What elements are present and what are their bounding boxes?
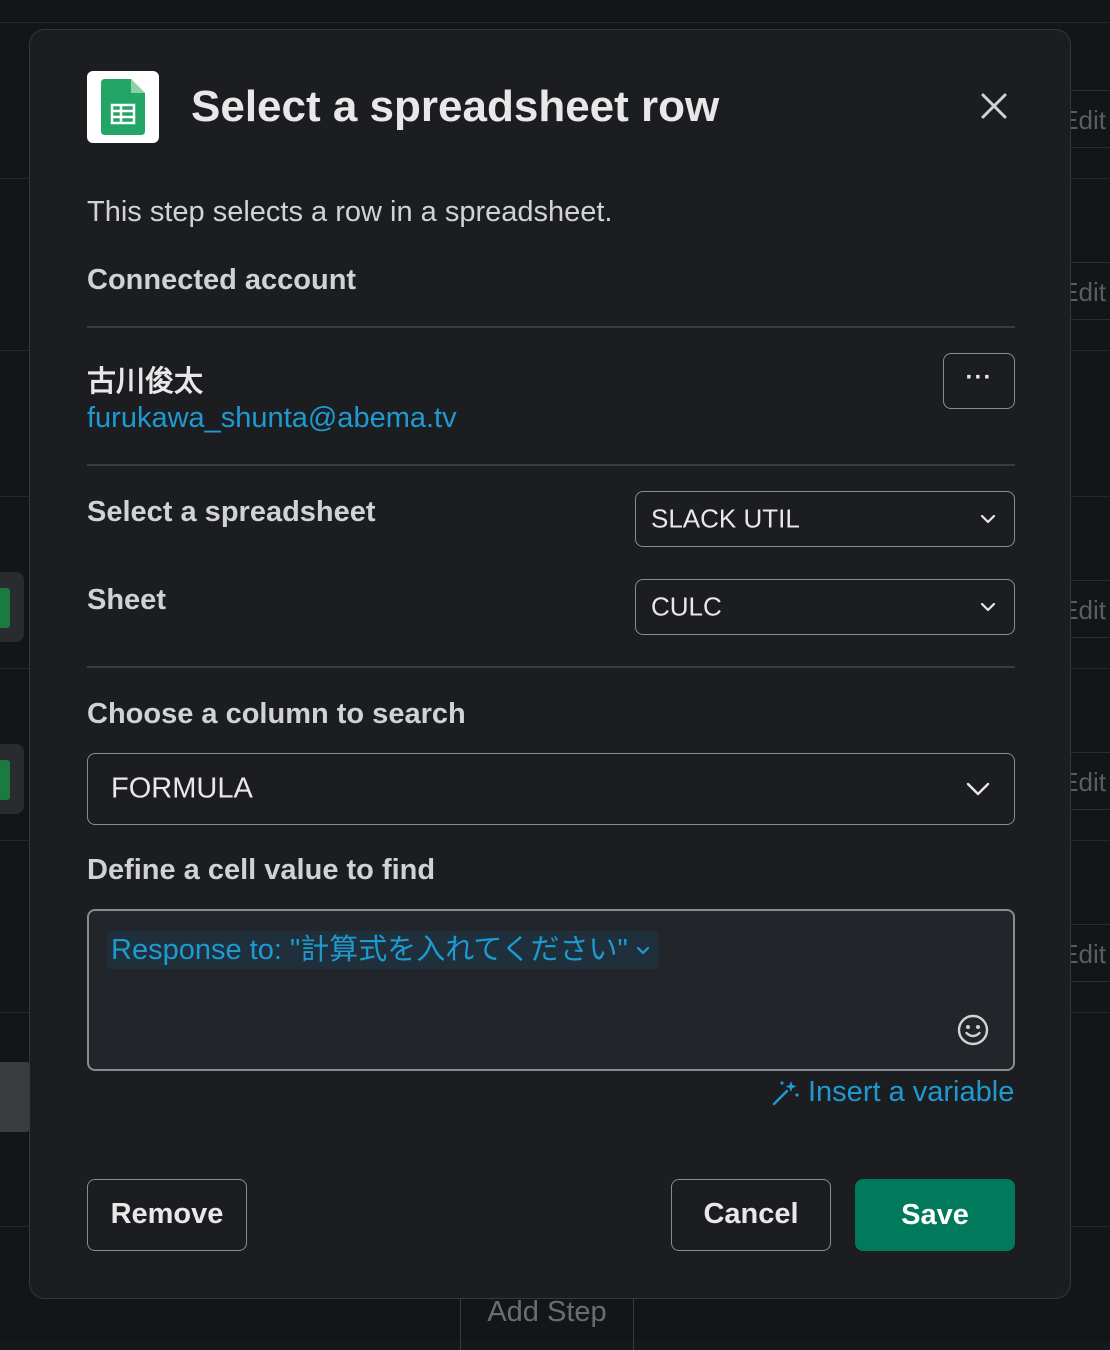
chevron-down-icon (980, 602, 996, 612)
spreadsheet-select[interactable]: SLACK UTIL (635, 491, 1015, 547)
divider (87, 326, 1015, 328)
close-button[interactable] (974, 86, 1014, 126)
divider (87, 464, 1015, 466)
spreadsheet-select-value: SLACK UTIL (651, 504, 800, 535)
column-select[interactable]: FORMULA (87, 753, 1015, 825)
bg-divider (0, 22, 1110, 23)
chevron-down-icon (980, 514, 996, 524)
sheet-select-value: CULC (651, 592, 722, 623)
divider (87, 666, 1015, 668)
bg-step-icon (0, 572, 24, 642)
sheet-select[interactable]: CULC (635, 579, 1015, 635)
column-label: Choose a column to search (87, 698, 466, 731)
insert-variable-label: Insert a variable (808, 1076, 1014, 1109)
cancel-button[interactable]: Cancel (671, 1179, 831, 1251)
sheet-label: Sheet (87, 584, 166, 617)
variable-token-text: Response to: "計算式を入れてください" (111, 931, 628, 969)
bg-add-step-button: Add Step (460, 1290, 634, 1350)
remove-button[interactable]: Remove (87, 1179, 247, 1251)
close-icon (974, 86, 1014, 126)
google-sheets-icon (87, 71, 159, 143)
bg-step-icon (0, 744, 24, 814)
account-name: 古川俊太 (87, 358, 203, 400)
chevron-down-icon (636, 946, 650, 955)
cell-value-label: Define a cell value to find (87, 854, 435, 887)
account-more-button[interactable]: ··· (943, 353, 1015, 409)
select-row-modal: Select a spreadsheet row This step selec… (29, 29, 1071, 1299)
column-select-value: FORMULA (111, 773, 253, 806)
connected-account-label: Connected account (87, 264, 356, 297)
modal-title: Select a spreadsheet row (191, 82, 719, 132)
magic-wand-icon (770, 1078, 800, 1108)
insert-variable-button[interactable]: Insert a variable (770, 1076, 1014, 1109)
cell-value-input[interactable]: Response to: "計算式を入れてください" (87, 909, 1015, 1071)
modal-description: This step selects a row in a spreadsheet… (87, 196, 612, 229)
chevron-down-icon (966, 782, 990, 796)
emoji-icon[interactable] (956, 1013, 990, 1047)
spreadsheet-label: Select a spreadsheet (87, 496, 376, 529)
save-button[interactable]: Save (855, 1179, 1015, 1251)
account-email-link[interactable]: furukawa_shunta@abema.tv (87, 402, 457, 435)
variable-token[interactable]: Response to: "計算式を入れてください" (107, 931, 658, 969)
bg-calculator-icon (0, 1062, 30, 1132)
